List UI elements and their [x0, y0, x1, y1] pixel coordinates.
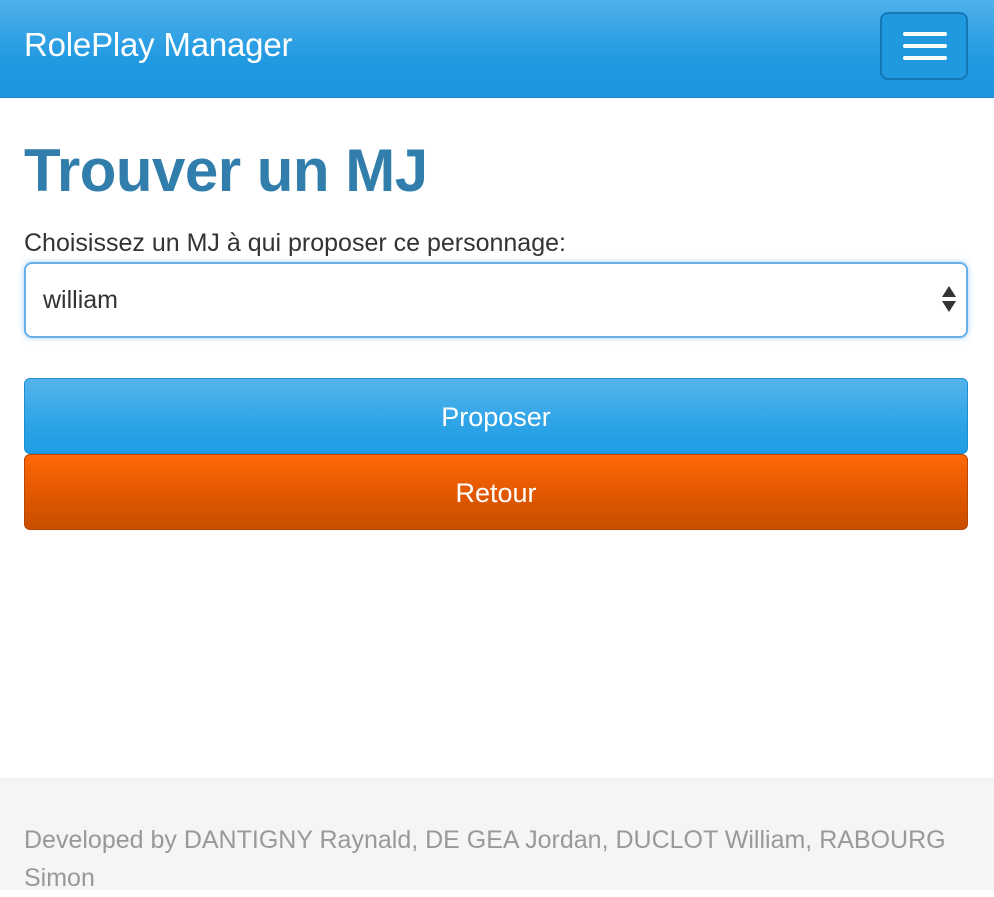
propose-button[interactable]: Proposer: [24, 378, 968, 454]
arrow-down-icon: [942, 301, 956, 312]
brand-link[interactable]: RolePlay Manager: [24, 25, 292, 65]
hamburger-bar-middle: [903, 44, 947, 48]
hamburger-bar-bottom: [903, 56, 947, 60]
back-button[interactable]: Retour: [24, 454, 968, 530]
gm-select-label: Choisissez un MJ à qui proposer ce perso…: [24, 229, 566, 257]
page-title: Trouver un MJ: [24, 137, 428, 204]
arrow-up-icon: [942, 286, 956, 297]
select-arrows-icon: [942, 286, 958, 316]
navbar: RolePlay Manager: [0, 0, 994, 98]
menu-toggle-button[interactable]: [880, 12, 968, 80]
footer: Developed by DANTIGNY Raynald, DE GEA Jo…: [0, 778, 994, 892]
footer-credits: Developed by DANTIGNY Raynald, DE GEA Jo…: [24, 826, 946, 892]
hamburger-bar-top: [903, 32, 947, 36]
gm-select[interactable]: william: [24, 262, 968, 338]
gm-select-value: william: [43, 286, 118, 314]
